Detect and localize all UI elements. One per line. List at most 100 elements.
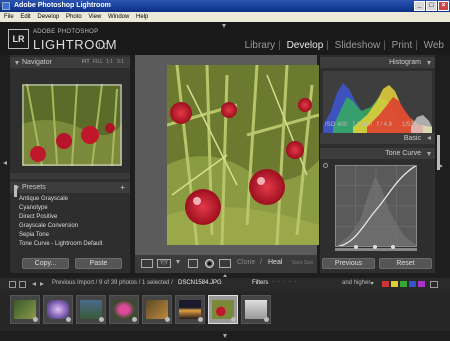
menu-file[interactable]: File	[4, 14, 14, 20]
spot-size-label: Spot Size	[292, 260, 314, 266]
secondary-window-icon[interactable]	[9, 281, 16, 288]
histogram-collapse-icon[interactable]	[427, 61, 431, 65]
filmstrip-thumbnail[interactable]	[10, 295, 40, 324]
view-mode-chevron-down-icon[interactable]	[176, 260, 180, 264]
filmstrip-thumbnail[interactable]	[241, 295, 271, 324]
maximize-button[interactable]: □	[426, 1, 437, 11]
preset-item[interactable]: Cyanotype	[10, 204, 130, 213]
previous-photo-icon[interactable]	[32, 282, 36, 286]
left-edge	[0, 55, 10, 273]
develop-toolbar: Y|Y Clone / Heal Spot Size	[135, 255, 317, 273]
next-photo-icon[interactable]	[40, 282, 44, 286]
split-handle-midtones[interactable]	[373, 245, 377, 249]
color-label-red-icon[interactable]	[382, 281, 389, 287]
paste-settings-button[interactable]: Paste	[75, 258, 122, 269]
navigator-preview[interactable]	[22, 84, 122, 166]
tone-curve-collapse-icon[interactable]	[427, 152, 431, 156]
red-eye-tool-icon[interactable]	[219, 259, 231, 268]
color-label-green-icon[interactable]	[400, 281, 407, 287]
histogram-header[interactable]: Histogram	[320, 57, 435, 68]
heal-mode-toggle[interactable]: Heal	[268, 259, 282, 266]
preset-item[interactable]: Sepia Tone	[10, 231, 130, 240]
add-preset-plus-icon[interactable]: +	[120, 182, 125, 193]
menu-view[interactable]: View	[88, 14, 101, 20]
presets-title: Presets	[22, 184, 46, 191]
preset-item[interactable]: Grayscale Conversion	[10, 222, 130, 231]
filmstrip-thumbnail[interactable]	[142, 295, 172, 324]
reset-button[interactable]: Reset	[379, 258, 432, 269]
window-title-bar: Adobe Photoshop Lightroom _ □ ×	[0, 0, 450, 12]
module-picker: Library | Develop | Slideshow | Print | Web	[244, 40, 444, 51]
filmstrip-thumbnail[interactable]	[43, 295, 73, 324]
target-adjust-icon[interactable]	[323, 163, 328, 168]
split-handle-highlights[interactable]	[391, 245, 395, 249]
basic-header[interactable]: Basic	[320, 133, 435, 144]
histogram-focal-length: 7.8 mm	[352, 122, 373, 128]
right-scroll-thumb[interactable]	[437, 135, 440, 170]
filmstrip-filename: DSCN1584.JPG	[178, 280, 222, 286]
preset-list: Antique Grayscale Cyanotype Direct Posit…	[10, 195, 130, 249]
left-panel-collapse-icon[interactable]	[3, 161, 7, 165]
filter-switch-icon[interactable]	[430, 281, 438, 288]
grid-view-icon[interactable]	[19, 281, 26, 288]
loupe-view-icon[interactable]	[141, 259, 153, 268]
tone-curve-header[interactable]: Tone Curve	[320, 148, 435, 159]
previous-settings-button[interactable]: Previous	[322, 258, 375, 269]
preset-item[interactable]: Direct Positive	[10, 213, 130, 222]
zoom-1-1[interactable]: 1:1	[106, 57, 113, 68]
bottom-edge	[0, 331, 450, 341]
bottom-panel-collapse-icon[interactable]	[223, 334, 227, 338]
color-label-yellow-icon[interactable]	[391, 281, 398, 287]
main-photo[interactable]	[167, 65, 319, 245]
zoom-3-1[interactable]: 3:1	[117, 57, 124, 68]
module-web[interactable]: Web	[424, 40, 444, 51]
basic-collapse-icon[interactable]	[427, 136, 431, 140]
left-panel: Navigator FIT FILL 1:1 3:1 Presets + Ant…	[10, 55, 130, 273]
color-label-purple-icon[interactable]	[418, 281, 425, 287]
spot-removal-tool-icon[interactable]	[205, 259, 214, 268]
filmstrip-thumbnail[interactable]	[175, 295, 205, 324]
module-print[interactable]: Print	[392, 40, 413, 51]
left-scroll-thumb[interactable]	[14, 185, 17, 197]
top-panel-collapse-icon[interactable]	[222, 24, 226, 28]
preset-item[interactable]: Antique Grayscale	[10, 195, 130, 204]
split-handle-shadows[interactable]	[354, 245, 358, 249]
menu-develop[interactable]: Develop	[37, 14, 59, 20]
zoom-fit[interactable]: FIT	[82, 57, 90, 68]
filmstrip-collapse-icon[interactable]	[223, 274, 227, 277]
before-after-view-icon[interactable]: Y|Y	[157, 259, 171, 268]
main-image-area	[135, 55, 319, 273]
clone-mode-toggle[interactable]: Clone	[237, 259, 255, 266]
menu-help[interactable]: Help	[136, 14, 148, 20]
close-button[interactable]: ×	[438, 1, 449, 11]
navigator-divider	[10, 173, 130, 179]
lightroom-logo: LR	[8, 29, 29, 49]
presets-header[interactable]: Presets +	[10, 182, 130, 193]
zoom-fill[interactable]: FILL	[93, 57, 103, 68]
menu-window[interactable]: Window	[108, 14, 129, 20]
brand-version: 1.0	[97, 42, 109, 51]
module-slideshow[interactable]: Slideshow	[335, 40, 381, 51]
rating-filter-chevron-down-icon[interactable]	[370, 282, 374, 285]
mode-separator: /	[260, 259, 262, 266]
module-library[interactable]: Library	[245, 40, 276, 51]
filters-label: Filters	[252, 280, 269, 286]
filmstrip-thumbnail[interactable]	[109, 295, 139, 324]
rating-filter-star-icon[interactable]: · · · · ·	[272, 279, 298, 285]
minimize-button[interactable]: _	[414, 1, 425, 11]
navigator-collapse-icon[interactable]	[15, 61, 19, 65]
menu-edit[interactable]: Edit	[20, 14, 30, 20]
filmstrip-source-info[interactable]: Previous Import / 9 of 39 photos / 1 sel…	[52, 280, 173, 286]
module-develop[interactable]: Develop	[287, 40, 324, 51]
color-label-blue-icon[interactable]	[409, 281, 416, 287]
menu-photo[interactable]: Photo	[66, 14, 82, 20]
preset-item[interactable]: Tone Curve - Lightroom Default	[10, 240, 130, 249]
tone-curve-graph[interactable]	[335, 165, 417, 247]
filmstrip-thumbnail-selected[interactable]	[208, 295, 238, 324]
filmstrip-thumbnail[interactable]	[76, 295, 106, 324]
crop-tool-icon[interactable]	[188, 259, 198, 268]
brand-subtitle: ADOBE PHOTOSHOP	[33, 29, 99, 35]
rating-filter-mode[interactable]: and higher	[342, 280, 370, 286]
navigator-header[interactable]: Navigator FIT FILL 1:1 3:1	[10, 57, 130, 68]
copy-settings-button[interactable]: Copy...	[22, 258, 69, 269]
